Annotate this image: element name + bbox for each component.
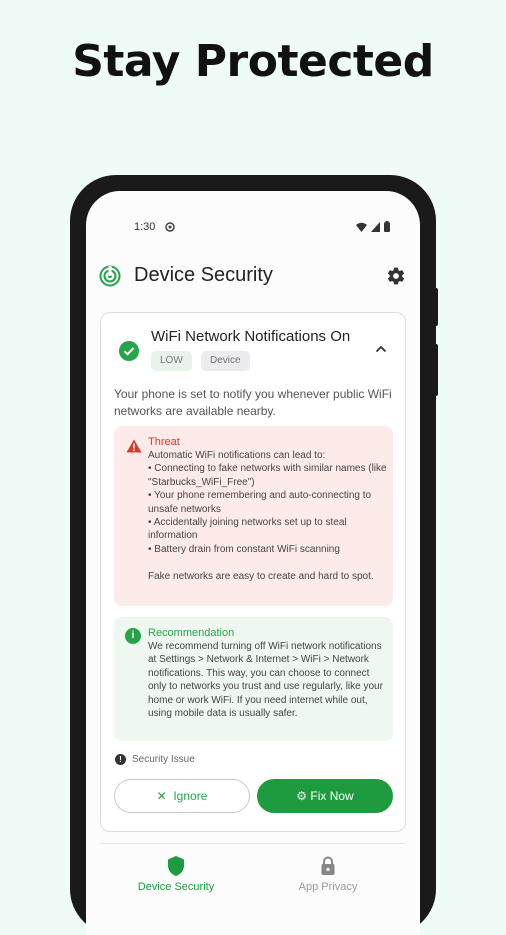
warning-triangle-icon <box>126 439 142 453</box>
bottom-nav: Device Security App Privacy <box>86 851 420 931</box>
recommendation-body: We recommend turning off WiFi network no… <box>148 641 383 720</box>
shield-icon <box>168 856 184 876</box>
category-tag: Device <box>201 351 250 371</box>
nav-item-app-privacy[interactable]: App Privacy <box>263 855 393 893</box>
severity-tag: LOW <box>151 351 192 371</box>
close-icon: ✕ <box>156 789 167 803</box>
recommendation-panel: i Recommendation We recommend turning of… <box>114 617 393 741</box>
wifi-icon <box>356 222 367 232</box>
info-icon: i <box>125 628 141 644</box>
shield-radar-logo-icon <box>99 265 121 287</box>
check-circle-icon <box>119 341 139 361</box>
threat-body: Automatic WiFi notifications can lead to… <box>148 450 387 582</box>
nav-item-device-security[interactable]: Device Security <box>111 855 241 893</box>
lock-icon <box>321 856 335 875</box>
threat-label: Threat <box>148 436 180 448</box>
status-bar: 1:30 <box>86 219 420 233</box>
status-time: 1:30 <box>134 221 156 233</box>
app-bar: Device Security <box>86 261 420 301</box>
issue-card: WiFi Network Notifications On LOW Device… <box>100 312 406 832</box>
battery-icon <box>384 221 390 232</box>
ignore-button[interactable]: ✕ Ignore <box>114 779 250 813</box>
threat-panel: Threat Automatic WiFi notifications can … <box>114 426 393 606</box>
security-issue-label: ! Security Issue <box>115 754 195 765</box>
nav-label-device-security: Device Security <box>137 881 215 893</box>
security-issue-text: Security Issue <box>132 754 195 765</box>
issue-description: Your phone is set to notify you whenever… <box>114 387 392 418</box>
gear-icon: ⚙ <box>296 789 308 803</box>
ignore-label: Ignore <box>173 789 208 803</box>
promo-headline: Stay Protected <box>72 36 434 87</box>
chevron-up-icon[interactable] <box>375 345 387 353</box>
fix-now-button[interactable]: ⚙ Fix Now <box>257 779 393 813</box>
nav-label-app-privacy: App Privacy <box>298 881 358 893</box>
page-title: Device Security <box>134 264 273 286</box>
info-small-icon: ! <box>115 754 126 765</box>
settings-gear-icon[interactable] <box>386 266 406 286</box>
nav-divider <box>100 843 406 844</box>
phone-frame: 1:30 Device Security WiFi Network Notifi… <box>70 175 436 935</box>
phone-screen: 1:30 Device Security WiFi Network Notifi… <box>86 191 420 935</box>
issue-title: WiFi Network Notifications On <box>151 328 351 345</box>
recommendation-label: Recommendation <box>148 627 235 639</box>
notification-icon <box>165 222 175 232</box>
signal-icon <box>371 221 380 232</box>
fix-now-label: Fix Now <box>310 789 354 803</box>
